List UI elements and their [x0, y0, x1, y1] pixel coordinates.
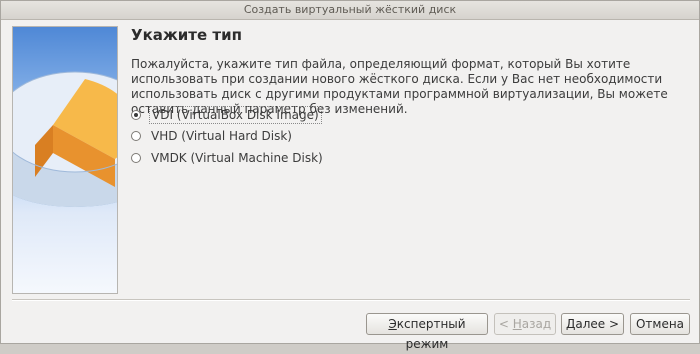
back-button[interactable]: < Назад — [494, 313, 556, 335]
window-titlebar: Создать виртуальный жёсткий диск — [1, 1, 699, 20]
radio-label-vmdk[interactable]: VMDK (Virtual Machine Disk) — [149, 150, 325, 166]
expert-mode-button[interactable]: Экспертный режим — [366, 313, 488, 351]
radio-button-vhd[interactable] — [131, 131, 141, 141]
next-label: алее > — [575, 317, 620, 331]
radio-label-vhd[interactable]: VHD (Virtual Hard Disk) — [149, 128, 294, 144]
radio-option-vmdk[interactable]: VMDK (Virtual Machine Disk) — [131, 148, 325, 168]
next-mnemonic: Д — [565, 317, 576, 331]
page-title: Укажите тип — [131, 26, 242, 44]
back-mnemonic: Н — [512, 317, 522, 331]
window-title: Создать виртуальный жёсткий диск — [243, 3, 457, 16]
hard-disk-pie-icon — [12, 26, 118, 294]
back-prefix: < — [498, 317, 513, 331]
dialog-window: Создать виртуальный жёсткий диск Укажите… — [0, 0, 700, 351]
expert-label: кспертный режим — [396, 317, 466, 351]
cancel-button[interactable]: Отмена — [630, 313, 690, 335]
radio-button-vdi[interactable] — [131, 110, 141, 120]
expert-mnemonic: Э — [388, 317, 397, 331]
radio-option-vdi[interactable]: VDI (VirtualBox Disk Image) — [131, 105, 322, 125]
footer-separator — [12, 299, 690, 301]
radio-option-vhd[interactable]: VHD (Virtual Hard Disk) — [131, 126, 294, 146]
next-button[interactable]: Далее > — [561, 313, 624, 335]
back-label: азад — [521, 317, 552, 331]
radio-label-vdi[interactable]: VDI (VirtualBox Disk Image) — [149, 106, 322, 124]
radio-button-vmdk[interactable] — [131, 153, 141, 163]
